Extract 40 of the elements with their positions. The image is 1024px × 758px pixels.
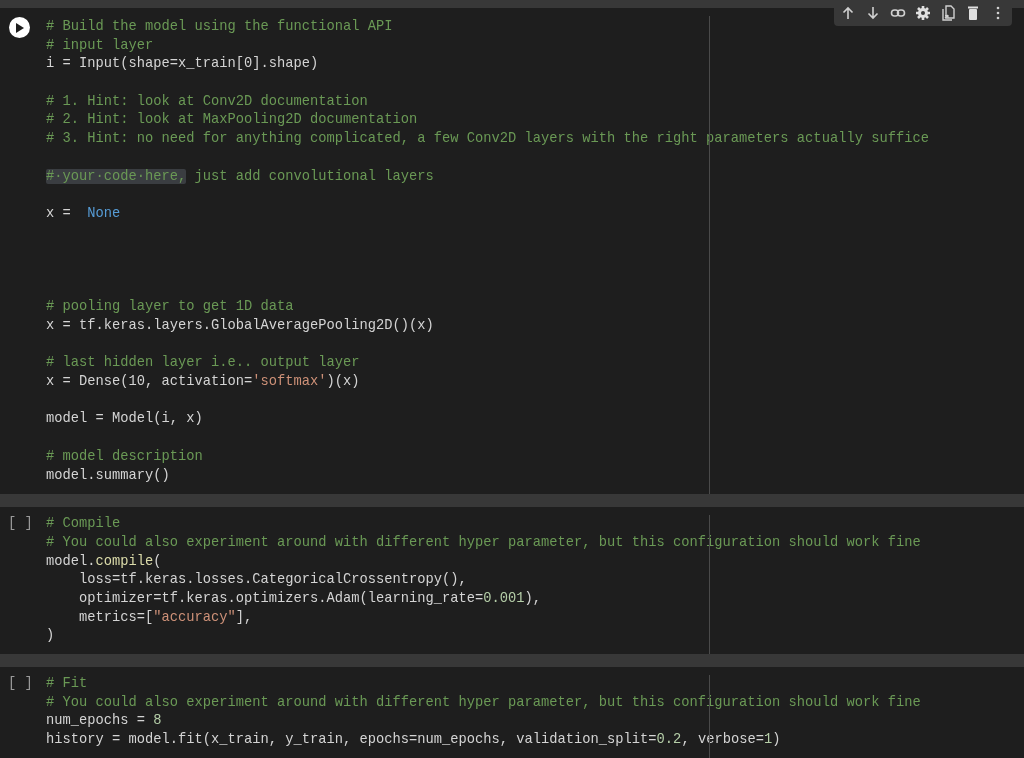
up-arrow-icon bbox=[840, 5, 856, 21]
play-icon bbox=[15, 22, 24, 33]
code-line: # model description bbox=[46, 447, 203, 466]
code-line: # Compile bbox=[46, 515, 121, 534]
trash-icon bbox=[965, 5, 981, 21]
code-line: # You could also experiment around with different hyper parameter, but this configuration should work fine bbox=[46, 693, 921, 712]
code-line: # Fit bbox=[46, 675, 88, 693]
code-line: metrics=["accuracy"], bbox=[78, 608, 253, 627]
run-button[interactable] bbox=[9, 17, 30, 38]
code-line: model = Model(i, x) bbox=[46, 410, 203, 429]
code-line: model.summary() bbox=[46, 466, 170, 485]
code-line: model.compile( bbox=[46, 552, 162, 571]
code-line: # You could also experiment around with different hyper parameter, but this configuration should work fine bbox=[46, 533, 921, 552]
code-line: # input layer bbox=[46, 36, 154, 55]
code-line: # 1. Hint: look at Conv2D documentation bbox=[46, 92, 368, 111]
down-arrow-button[interactable] bbox=[865, 5, 881, 21]
code-line: x = tf.keras.layers.GlobalAveragePooling2D()(x) bbox=[46, 317, 434, 335]
trash-button[interactable] bbox=[965, 5, 981, 21]
down-arrow-icon bbox=[865, 5, 881, 21]
code-line: ) bbox=[46, 627, 55, 646]
code-line: optimizer=tf.keras.optimizers.Adam(learning_rate=0.001), bbox=[78, 589, 542, 608]
execution-count: [ ] bbox=[8, 675, 33, 693]
code-line: # 3. Hint: no need for anything complicated, a few Conv2D layers with the right parameters actually suffice bbox=[46, 130, 929, 149]
code-line: num_epochs = 8 bbox=[46, 712, 162, 731]
code-line: #·your·code·here, just add convolutional layers bbox=[46, 167, 434, 186]
code-line: history = model.fit(x_train, y_train, epochs=num_epochs, validation_split=0.2, verbose=1) bbox=[46, 731, 781, 750]
code-line: # last hidden layer i.e.. output layer bbox=[46, 354, 360, 373]
document-icon bbox=[940, 5, 956, 21]
code-line: i = Input(shape=x_train[0].shape) bbox=[46, 55, 319, 74]
settings-button[interactable] bbox=[915, 5, 931, 21]
execution-count: [ ] bbox=[8, 515, 33, 534]
settings-icon bbox=[915, 5, 931, 21]
code-line: x = Dense(10, activation='softmax')(x) bbox=[46, 373, 360, 392]
code-line: loss=tf.keras.losses.CategoricalCrossentropy(), bbox=[78, 571, 467, 590]
up-arrow-button[interactable] bbox=[840, 5, 856, 21]
code-line: x = None bbox=[46, 204, 121, 223]
code-line: # Build the model using the functional API bbox=[46, 18, 393, 36]
code-line: # 2. Hint: look at MaxPooling2D documentation bbox=[46, 111, 418, 130]
code-line: # pooling layer to get 1D data bbox=[46, 298, 294, 317]
document-button[interactable] bbox=[940, 5, 956, 21]
